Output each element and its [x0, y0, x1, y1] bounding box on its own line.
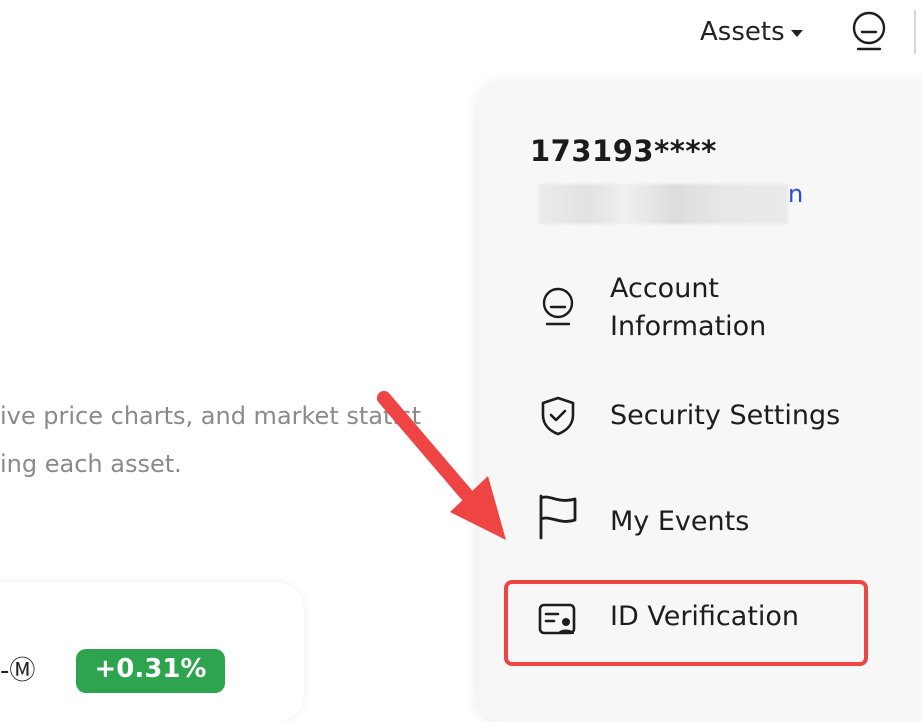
user-avatar-icon[interactable] — [848, 10, 890, 54]
toolbar-divider — [914, 10, 916, 54]
assets-menu-button[interactable]: Assets — [700, 14, 803, 50]
assets-label: Assets — [700, 17, 785, 47]
blurred-email — [538, 184, 788, 224]
menu-item-label: My Events — [610, 506, 750, 537]
price-change-badge: +0.31% — [76, 649, 225, 693]
menu-item-account-information[interactable]: Account Information — [478, 268, 898, 350]
caret-down-icon — [790, 29, 803, 37]
menu-item-label: Account Information — [610, 273, 767, 342]
annotation-arrow-icon — [377, 391, 506, 540]
user-id: 173193**** — [530, 134, 717, 168]
shield-check-icon — [541, 396, 575, 436]
flag-icon — [539, 494, 577, 540]
email-fragment: n — [788, 180, 804, 208]
menu-item-my-events[interactable]: My Events — [478, 492, 898, 552]
menu-item-label: Security Settings — [610, 400, 841, 431]
menu-item-security-settings[interactable]: Security Settings — [478, 388, 898, 444]
top-bar: Assets — [0, 0, 922, 70]
user-avatar-icon — [542, 287, 574, 326]
asset-ticker: -Ⓜ — [0, 656, 36, 686]
id-verification-highlight — [504, 580, 868, 666]
